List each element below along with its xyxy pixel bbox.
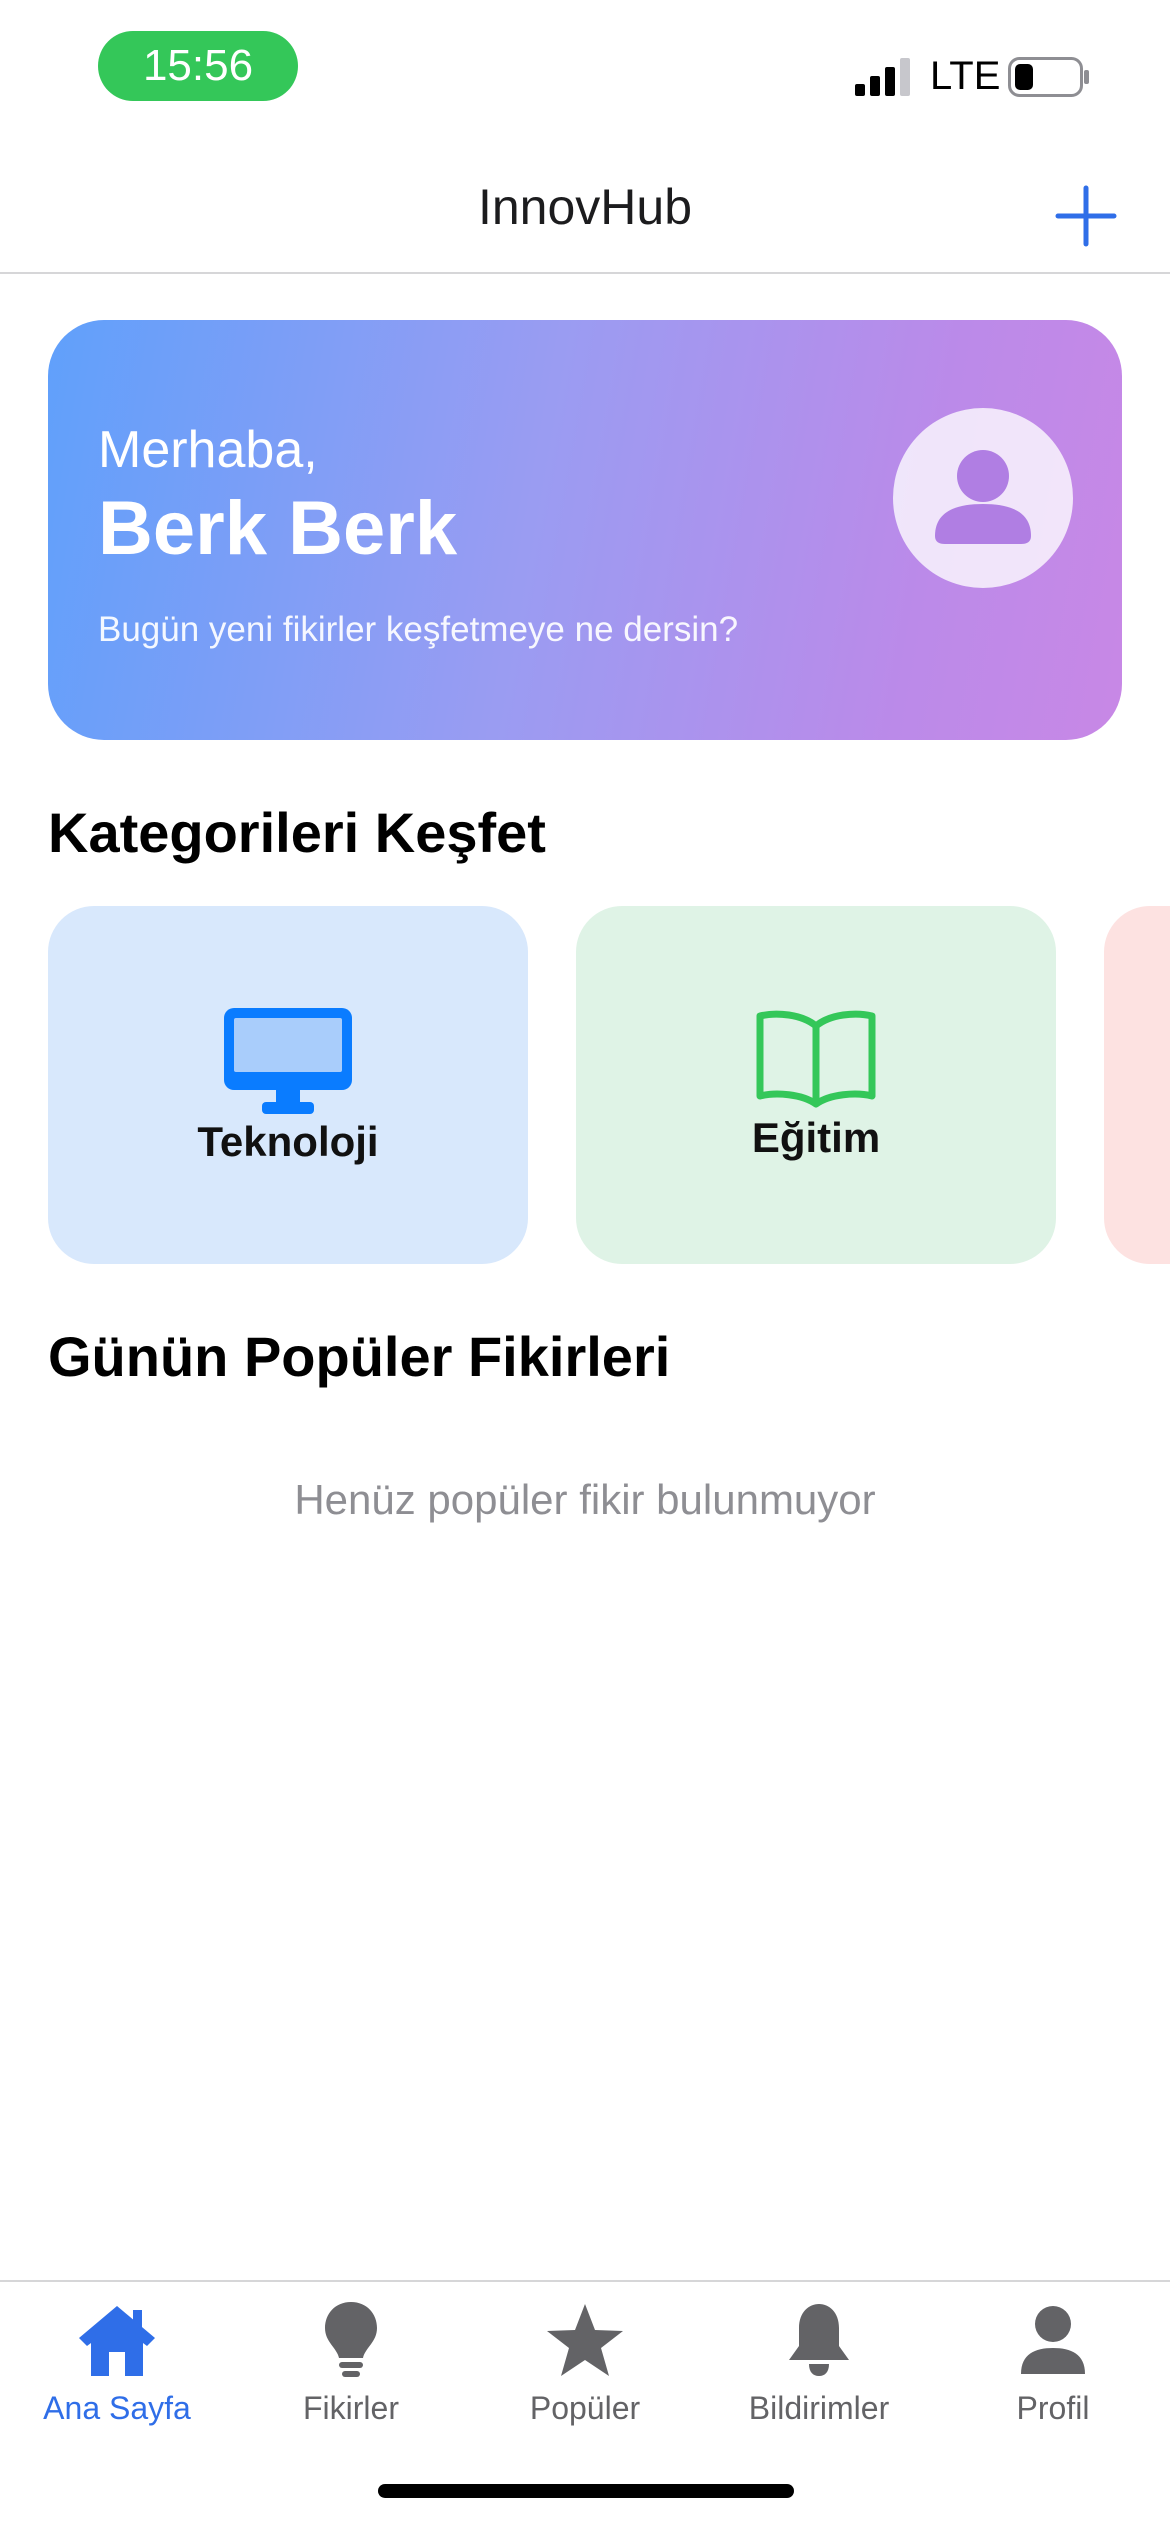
signal-icon — [855, 58, 910, 96]
empty-state-text: Henüz popüler fikir bulunmuyor — [294, 1476, 876, 1523]
house-icon — [79, 2306, 155, 2376]
avatar[interactable] — [893, 408, 1073, 588]
page-title: InnovHub — [477, 179, 693, 235]
category-card-egitim[interactable]: Eğitim — [576, 906, 1056, 1264]
tab-fikirler[interactable]: Fikirler — [234, 2282, 468, 2452]
person-icon — [935, 450, 1031, 544]
tab-label: Profil — [1016, 2390, 1090, 2426]
tab-populer[interactable]: Popüler — [468, 2282, 702, 2452]
categories-title: Kategorileri Keşfet — [48, 801, 546, 864]
tab-ana-sayfa[interactable]: Ana Sayfa — [0, 2282, 234, 2452]
tab-label: Fikirler — [303, 2390, 399, 2426]
category-label: Eğitim — [751, 1114, 881, 1161]
book-icon — [756, 1010, 876, 1108]
navigation-bar: InnovHub — [0, 140, 1170, 274]
tab-label: Popüler — [529, 2390, 641, 2426]
greeting-subtitle: Bugün yeni fikirler keşfetmeye ne dersin… — [98, 610, 739, 649]
greeting-hello: Merhaba, — [98, 421, 318, 479]
popular-title: Günün Popüler Fikirleri — [48, 1325, 671, 1388]
lightbulb-icon — [325, 2302, 377, 2377]
tab-label: Ana Sayfa — [43, 2390, 191, 2426]
user-name: Berk Berk — [98, 486, 458, 571]
bell-icon — [789, 2304, 849, 2376]
tab-label: Bildirimler — [748, 2390, 890, 2426]
greeting-card: Merhaba, Berk Berk Bugün yeni fikirler k… — [48, 320, 1122, 740]
category-card-teknoloji[interactable]: Teknoloji — [48, 906, 528, 1264]
star-icon — [547, 2304, 623, 2376]
category-card-partial[interactable] — [1104, 906, 1170, 1264]
person-icon — [1021, 2306, 1085, 2374]
home-indicator[interactable] — [378, 2484, 794, 2498]
tab-profil[interactable]: Profil — [936, 2282, 1170, 2452]
desktop-icon — [224, 1008, 352, 1114]
category-label: Teknoloji — [197, 1118, 379, 1165]
carrier-label: LTE — [930, 54, 1001, 98]
tab-bildirimler[interactable]: Bildirimler — [702, 2282, 936, 2452]
plus-icon[interactable] — [1050, 180, 1122, 252]
battery-icon — [1008, 57, 1089, 97]
status-bar: 15:56 LTE — [0, 0, 1170, 140]
status-time: 15:56 — [98, 31, 298, 101]
